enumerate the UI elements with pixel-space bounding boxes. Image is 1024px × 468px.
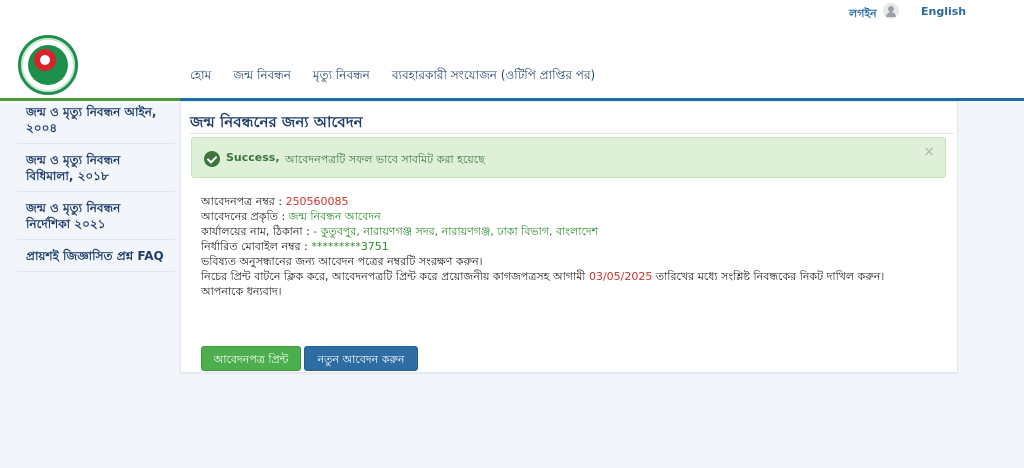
success-alert: Success, আবেদনপত্রটি সফল ভাবে সাবমিট করা… [191, 137, 946, 178]
mobile-number-line: নির্ধারিত মোবাইল নম্বর : *********3751 [201, 239, 884, 254]
nav-home[interactable]: হোম [190, 67, 211, 87]
sidebar-item-faq[interactable]: প্রায়শই জিজ্ঞাসিত প্রশ্ন FAQ [17, 240, 175, 272]
top-header: লগইন English হোম জন্ম নিবন্ধন মৃত্যু নিব… [0, 0, 1024, 98]
application-number-label: আবেদনপত্র নম্বর : [201, 195, 286, 208]
office-address-line: কার্যালয়ের নাম, ঠিকানা : - কুতুবপুর, না… [201, 224, 884, 239]
sidebar: জন্ম ও মৃত্যু নিবন্ধন আইন, ২০০৪ জন্ম ও ম… [17, 101, 175, 272]
title-divider [190, 133, 954, 134]
logo-center [40, 55, 50, 65]
user-icon[interactable] [883, 3, 899, 19]
login-link[interactable]: লগইন [849, 5, 877, 24]
save-number-note: ভবিষ্যত অনুসন্ধানের জন্য আবেদন পত্রের নম… [201, 255, 483, 268]
nav-death-registration[interactable]: মৃত্যু নিবন্ধন [313, 67, 370, 87]
new-application-button[interactable]: নতুন আবেদন করুন [304, 346, 418, 371]
nav-user-add[interactable]: ব্যবহারকারী সংযোজন (ওটিপি প্রাপ্তির পর) [392, 67, 595, 87]
print-instruction-pre: নিচের প্রিন্ট বাটনে ক্লিক করে, আবেদনপত্র… [201, 270, 589, 283]
application-number-value: 250560085 [285, 195, 349, 208]
thanks-text: আপনাকে ধন্যবাদ। [201, 285, 282, 298]
application-type-value: জন্ম নিবন্ধন আবেদন [288, 210, 381, 223]
sidebar-item-guideline-2021[interactable]: জন্ম ও মৃত্যু নিবন্ধন নির্দেশিকা ২০২১ [17, 192, 175, 240]
office-address-label: কার্যালয়ের নাম, ঠিকানা : [201, 225, 314, 238]
language-toggle[interactable]: English [921, 5, 966, 18]
mobile-number-label: নির্ধারিত মোবাইল নম্বর : [201, 240, 312, 253]
sidebar-item-rules-2018[interactable]: জন্ম ও মৃত্যু নিবন্ধন বিধিমালা, ২০১৮ [17, 144, 175, 192]
print-instruction-note: নিচের প্রিন্ট বাটনে ক্লিক করে, আবেদনপত্র… [201, 269, 884, 284]
alert-message: আবেদনপত্রটি সফল ভাবে সাবমিট করা হয়েছে [285, 153, 485, 166]
submission-deadline-date: 03/05/2025 [588, 270, 653, 283]
application-type-line: আবেদনের প্রকৃতি : জন্ম নিবন্ধন আবেদন [201, 209, 884, 224]
mobile-number-value: *********3751 [311, 240, 389, 253]
office-address-value: - কুতুবপুর, নারায়ণগঞ্জ সদর, নারায়ণগঞ্জ… [313, 225, 599, 238]
government-logo[interactable] [18, 35, 78, 95]
print-application-button[interactable]: আবেদনপত্র প্রিন্ট [201, 346, 301, 371]
application-number-line: আবেদনপত্র নম্বর : 250560085 [201, 194, 884, 209]
main-panel: জন্ম নিবন্ধনের জন্য আবেদন Success, আবেদন… [180, 101, 958, 373]
nav-birth-registration[interactable]: জন্ম নিবন্ধন [233, 67, 291, 87]
application-details: আবেদনপত্র নম্বর : 250560085 আবেদনের প্রক… [201, 194, 884, 299]
sidebar-item-act-2004[interactable]: জন্ম ও মৃত্যু নিবন্ধন আইন, ২০০৪ [17, 101, 175, 144]
close-icon[interactable]: × [923, 144, 935, 160]
print-instruction-post: তারিখের মধ্যে সংশ্লিষ্ট নিবন্ধকের নিকট দ… [652, 270, 885, 283]
alert-strong-text: Success, [226, 151, 280, 164]
application-type-label: আবেদনের প্রকৃতি : [201, 210, 289, 223]
main-nav: হোম জন্ম নিবন্ধন মৃত্যু নিবন্ধন ব্যবহারক… [190, 67, 617, 87]
check-circle-icon [204, 151, 220, 167]
